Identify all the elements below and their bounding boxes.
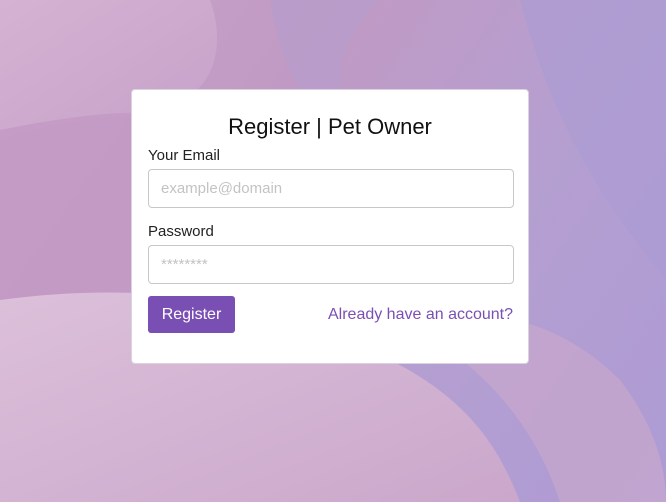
email-label: Your Email [148, 147, 220, 164]
register-button[interactable]: Register [148, 296, 235, 333]
login-link[interactable]: Already have an account? [328, 306, 513, 324]
register-card: Register | Pet Owner Your Email Password… [131, 89, 529, 364]
password-label: Password [148, 223, 214, 240]
email-input[interactable] [148, 169, 514, 208]
password-input[interactable] [148, 245, 514, 284]
form-title: Register | Pet Owner [228, 114, 432, 139]
